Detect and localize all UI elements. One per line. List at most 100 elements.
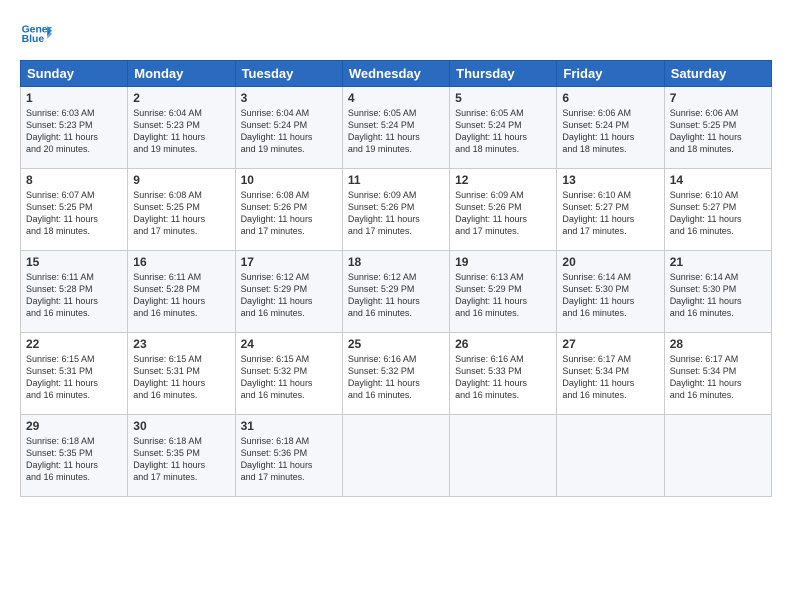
empty-cell (557, 415, 664, 497)
calendar-table: SundayMondayTuesdayWednesdayThursdayFrid… (20, 60, 772, 497)
day-number-3: 3 (241, 91, 337, 105)
day-cell-8: 8 Sunrise: 6:07 AM Sunset: 5:25 PM Daylig… (21, 169, 128, 251)
day-detail-24: Sunrise: 6:15 AM Sunset: 5:32 PM Dayligh… (241, 353, 337, 402)
day-cell-12: 12Sunrise: 6:09 AM Sunset: 5:26 PM Dayli… (450, 169, 557, 251)
day-number-9: 9 (133, 173, 229, 187)
day-number-29: 29 (26, 419, 122, 433)
day-detail-29: Sunrise: 6:18 AM Sunset: 5:35 PM Dayligh… (26, 435, 122, 484)
day-detail-21: Sunrise: 6:14 AM Sunset: 5:30 PM Dayligh… (670, 271, 766, 320)
day-cell-22: 22Sunrise: 6:15 AM Sunset: 5:31 PM Dayli… (21, 333, 128, 415)
day-number-18: 18 (348, 255, 444, 269)
day-detail-25: Sunrise: 6:16 AM Sunset: 5:32 PM Dayligh… (348, 353, 444, 402)
day-number-26: 26 (455, 337, 551, 351)
weekday-header-monday: Monday (128, 61, 235, 87)
day-cell-29: 29 Sunrise: 6:18 AM Sunset: 5:35 PM Dayli… (21, 415, 128, 497)
day-detail-1: Sunrise: 6:03 AM Sunset: 5:23 PM Dayligh… (26, 107, 122, 156)
day-number-23: 23 (133, 337, 229, 351)
day-cell-31: 31 Sunrise: 6:18 AM Sunset: 5:36 PM Dayli… (235, 415, 342, 497)
day-cell-11: 11 Sunrise: 6:09 AM Sunset: 5:26 PM Dayli… (342, 169, 449, 251)
weekday-header-tuesday: Tuesday (235, 61, 342, 87)
day-detail-5: Sunrise: 6:05 AM Sunset: 5:24 PM Dayligh… (455, 107, 551, 156)
day-cell-3: 3 Sunrise: 6:04 AM Sunset: 5:24 PM Daylig… (235, 87, 342, 169)
weekday-header-row: SundayMondayTuesdayWednesdayThursdayFrid… (21, 61, 772, 87)
logo-icon: General Blue (20, 18, 52, 50)
day-number-30: 30 (133, 419, 229, 433)
day-cell-17: 17 Sunrise: 6:12 AM Sunset: 5:29 PM Dayli… (235, 251, 342, 333)
day-cell-25: 25 Sunrise: 6:16 AM Sunset: 5:32 PM Dayli… (342, 333, 449, 415)
empty-cell (664, 415, 771, 497)
day-cell-15: 15Sunrise: 6:11 AM Sunset: 5:28 PM Dayli… (21, 251, 128, 333)
day-cell-18: 18 Sunrise: 6:12 AM Sunset: 5:29 PM Dayli… (342, 251, 449, 333)
day-number-8: 8 (26, 173, 122, 187)
day-detail-19: Sunrise: 6:13 AM Sunset: 5:29 PM Dayligh… (455, 271, 551, 320)
day-cell-30: 30 Sunrise: 6:18 AM Sunset: 5:35 PM Dayli… (128, 415, 235, 497)
day-number-10: 10 (241, 173, 337, 187)
day-detail-18: Sunrise: 6:12 AM Sunset: 5:29 PM Dayligh… (348, 271, 444, 320)
day-number-25: 25 (348, 337, 444, 351)
day-number-28: 28 (670, 337, 766, 351)
day-cell-19: 19 Sunrise: 6:13 AM Sunset: 5:29 PM Dayli… (450, 251, 557, 333)
week-row-5: 29 Sunrise: 6:18 AM Sunset: 5:35 PM Dayli… (21, 415, 772, 497)
day-cell-23: 23Sunrise: 6:15 AM Sunset: 5:31 PM Dayli… (128, 333, 235, 415)
weekday-header-wednesday: Wednesday (342, 61, 449, 87)
day-number-1: 1 (26, 91, 122, 105)
page: General Blue SundayMondayTuesdayWednesda… (0, 0, 792, 507)
day-cell-20: 20 Sunrise: 6:14 AM Sunset: 5:30 PM Dayli… (557, 251, 664, 333)
day-cell-16: 16 Sunrise: 6:11 AM Sunset: 5:28 PM Dayli… (128, 251, 235, 333)
day-number-16: 16 (133, 255, 229, 269)
week-row-1: 1 Sunrise: 6:03 AM Sunset: 5:23 PM Daylig… (21, 87, 772, 169)
day-cell-10: 10 Sunrise: 6:08 AM Sunset: 5:26 PM Dayli… (235, 169, 342, 251)
day-cell-2: 2Sunrise: 6:04 AM Sunset: 5:23 PM Daylig… (128, 87, 235, 169)
day-detail-2: Sunrise: 6:04 AM Sunset: 5:23 PM Dayligh… (133, 107, 229, 156)
weekday-header-saturday: Saturday (664, 61, 771, 87)
day-detail-3: Sunrise: 6:04 AM Sunset: 5:24 PM Dayligh… (241, 107, 337, 156)
day-number-31: 31 (241, 419, 337, 433)
svg-text:Blue: Blue (22, 34, 45, 45)
day-detail-20: Sunrise: 6:14 AM Sunset: 5:30 PM Dayligh… (562, 271, 658, 320)
day-number-14: 14 (670, 173, 766, 187)
weekday-header-friday: Friday (557, 61, 664, 87)
header: General Blue (20, 18, 772, 50)
day-cell-21: 21 Sunrise: 6:14 AM Sunset: 5:30 PM Dayli… (664, 251, 771, 333)
day-cell-24: 24 Sunrise: 6:15 AM Sunset: 5:32 PM Dayli… (235, 333, 342, 415)
day-cell-4: 4Sunrise: 6:05 AM Sunset: 5:24 PM Daylig… (342, 87, 449, 169)
day-detail-17: Sunrise: 6:12 AM Sunset: 5:29 PM Dayligh… (241, 271, 337, 320)
day-detail-8: Sunrise: 6:07 AM Sunset: 5:25 PM Dayligh… (26, 189, 122, 238)
empty-cell (342, 415, 449, 497)
day-detail-11: Sunrise: 6:09 AM Sunset: 5:26 PM Dayligh… (348, 189, 444, 238)
day-number-19: 19 (455, 255, 551, 269)
day-number-11: 11 (348, 173, 444, 187)
day-cell-9: 9 Sunrise: 6:08 AM Sunset: 5:25 PM Daylig… (128, 169, 235, 251)
day-number-12: 12 (455, 173, 551, 187)
week-row-3: 15 Sunrise: 6:11 AM Sunset: 5:28 PM Dayli… (21, 251, 772, 333)
day-number-15: 15 (26, 255, 122, 269)
day-number-6: 6 (562, 91, 658, 105)
day-number-24: 24 (241, 337, 337, 351)
day-number-4: 4 (348, 91, 444, 105)
weekday-header-thursday: Thursday (450, 61, 557, 87)
logo: General Blue (20, 18, 52, 50)
day-number-13: 13 (562, 173, 658, 187)
day-cell-28: 28 Sunrise: 6:17 AM Sunset: 5:34 PM Dayli… (664, 333, 771, 415)
day-cell-26: 26 Sunrise: 6:16 AM Sunset: 5:33 PM Dayli… (450, 333, 557, 415)
day-number-21: 21 (670, 255, 766, 269)
day-detail-22: Sunrise: 6:15 AM Sunset: 5:31 PM Dayligh… (26, 353, 122, 402)
day-cell-5: 5Sunrise: 6:05 AM Sunset: 5:24 PM Daylig… (450, 87, 557, 169)
day-number-20: 20 (562, 255, 658, 269)
day-detail-9: Sunrise: 6:08 AM Sunset: 5:25 PM Dayligh… (133, 189, 229, 238)
day-cell-6: 6Sunrise: 6:06 AM Sunset: 5:24 PM Daylig… (557, 87, 664, 169)
day-number-7: 7 (670, 91, 766, 105)
day-detail-31: Sunrise: 6:18 AM Sunset: 5:36 PM Dayligh… (241, 435, 337, 484)
day-number-17: 17 (241, 255, 337, 269)
day-detail-7: Sunrise: 6:06 AM Sunset: 5:25 PM Dayligh… (670, 107, 766, 156)
day-detail-30: Sunrise: 6:18 AM Sunset: 5:35 PM Dayligh… (133, 435, 229, 484)
day-cell-1: 1 Sunrise: 6:03 AM Sunset: 5:23 PM Daylig… (21, 87, 128, 169)
day-detail-28: Sunrise: 6:17 AM Sunset: 5:34 PM Dayligh… (670, 353, 766, 402)
day-detail-13: Sunrise: 6:10 AM Sunset: 5:27 PM Dayligh… (562, 189, 658, 238)
week-row-2: 8 Sunrise: 6:07 AM Sunset: 5:25 PM Daylig… (21, 169, 772, 251)
weekday-header-sunday: Sunday (21, 61, 128, 87)
day-detail-10: Sunrise: 6:08 AM Sunset: 5:26 PM Dayligh… (241, 189, 337, 238)
day-detail-26: Sunrise: 6:16 AM Sunset: 5:33 PM Dayligh… (455, 353, 551, 402)
day-cell-13: 13 Sunrise: 6:10 AM Sunset: 5:27 PM Dayli… (557, 169, 664, 251)
day-detail-16: Sunrise: 6:11 AM Sunset: 5:28 PM Dayligh… (133, 271, 229, 320)
